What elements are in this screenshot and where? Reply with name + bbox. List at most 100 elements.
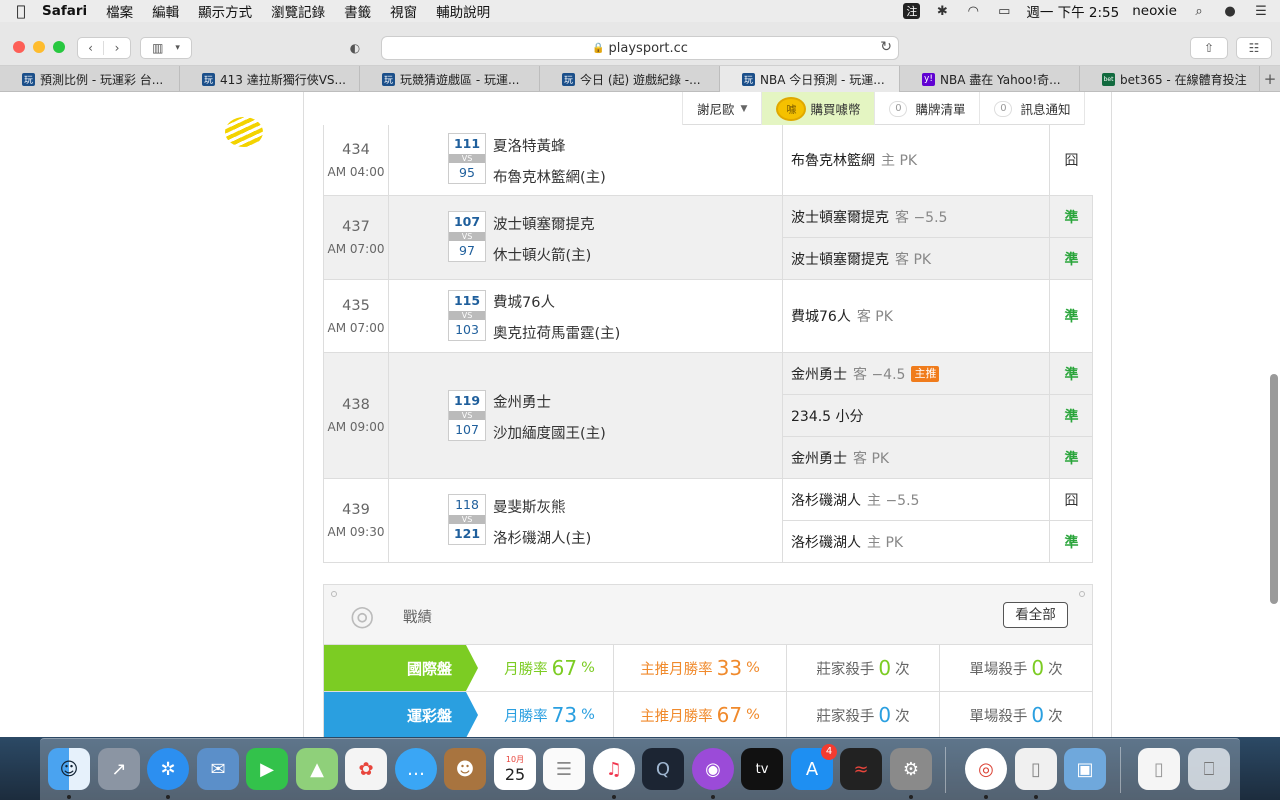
- tab-1[interactable]: 玩預測比例 - 玩運彩 台...: [0, 66, 180, 92]
- privacy-report-icon[interactable]: ◐: [340, 37, 370, 59]
- minimize-window-icon[interactable]: [33, 41, 45, 53]
- chevron-down-icon: ▼: [740, 103, 748, 114]
- main-pick-badge: 主推: [911, 365, 940, 382]
- preview-icon[interactable]: ▣: [1064, 748, 1106, 790]
- apple-tv-icon[interactable]: tv: [741, 748, 783, 790]
- menu-history[interactable]: 瀏覽記錄: [271, 1, 325, 21]
- game-row: 437 AM 07:00 107 VS 97 波士頓塞爾提克 休士頓火箭(主) 波…: [323, 196, 1093, 280]
- menu-edit[interactable]: 編輯: [152, 1, 179, 21]
- pick-side: 客 PK: [853, 451, 890, 467]
- safari-icon[interactable]: ✲: [147, 748, 189, 790]
- game-info: 434 AM 04:00: [324, 125, 389, 195]
- chrome-icon[interactable]: ◎: [965, 748, 1007, 790]
- spotlight-search-icon[interactable]: ⌕: [1190, 3, 1208, 19]
- voice-memos-icon[interactable]: ≈: [840, 748, 882, 790]
- forward-icon[interactable]: ›: [104, 41, 130, 55]
- share-button[interactable]: ⇧: [1190, 37, 1228, 59]
- game-row: 434 AM 04:00 111 VS 95 夏洛特黃蜂 布魯克林籃網(主) 布魯…: [323, 125, 1093, 196]
- vs-label: VS: [449, 311, 485, 320]
- running-indicator: [1034, 795, 1038, 799]
- menu-bookmarks[interactable]: 書籤: [344, 1, 371, 21]
- site-logo-icon[interactable]: [225, 117, 263, 147]
- wifi-icon[interactable]: ◠: [964, 3, 982, 19]
- menu-help[interactable]: 輔助說明: [436, 1, 490, 21]
- tab-5-active[interactable]: 玩 NBA 今日預測 - 玩運...: [720, 66, 900, 92]
- running-indicator: [711, 795, 715, 799]
- notifications-label: 訊息通知: [1020, 102, 1071, 117]
- game-number: 438: [342, 397, 370, 413]
- tab-title: 預測比例 - 玩運彩 台...: [40, 72, 164, 87]
- cart-link[interactable]: 0 購牌清單: [874, 92, 979, 125]
- user-name: 謝尼歐: [697, 102, 735, 117]
- home-score: 103: [455, 322, 479, 337]
- page-scrollbar[interactable]: [1270, 374, 1278, 604]
- zoom-window-icon[interactable]: [53, 41, 65, 53]
- battery-icon[interactable]: ▭: [995, 3, 1013, 19]
- photos-icon[interactable]: ✿: [345, 748, 387, 790]
- contacts-icon[interactable]: ☻: [444, 748, 486, 790]
- system-preferences-icon[interactable]: ⚙: [890, 748, 932, 790]
- pick-item: 洛杉磯湖人主 −5.5 囧: [783, 479, 1093, 521]
- menu-app-name[interactable]: Safari: [42, 3, 87, 19]
- content-border-left: [303, 92, 304, 737]
- mail-icon[interactable]: ✉: [197, 748, 239, 790]
- pick-item: 波士頓塞爾提克客 PK 準: [783, 238, 1093, 280]
- menu-file[interactable]: 檔案: [106, 1, 133, 21]
- tab-4[interactable]: 玩今日 (起) 遊戲紀錄 -...: [540, 66, 720, 92]
- playsport-favicon-icon: 玩: [22, 72, 35, 86]
- playsport-favicon-icon: 玩: [202, 72, 215, 86]
- menu-user[interactable]: neoxie: [1132, 3, 1177, 19]
- facetime-icon[interactable]: ▶: [246, 748, 288, 790]
- calendar-icon[interactable]: 10月 25: [494, 748, 536, 790]
- tab-overview-button[interactable]: ☷: [1236, 37, 1272, 59]
- input-method-icon[interactable]: 注: [903, 3, 921, 19]
- record-header: ◎ 戰績 看全部: [324, 585, 1092, 645]
- pick-team: 洛杉磯湖人: [791, 535, 861, 551]
- vs-label: VS: [449, 154, 485, 163]
- notification-center-icon[interactable]: ☰: [1252, 3, 1270, 19]
- app-store-icon[interactable]: A4: [791, 744, 837, 790]
- downloads-stack-icon[interactable]: ▯: [1138, 748, 1180, 790]
- score-box: 111 VS 95: [448, 133, 486, 184]
- new-tab-button[interactable]: +: [1260, 66, 1280, 91]
- back-icon[interactable]: ‹: [78, 41, 104, 55]
- address-bar[interactable]: 🔒 playsport.cc ↻: [381, 36, 899, 60]
- tab-6[interactable]: y! NBA 盡在 Yahoo!奇...: [900, 66, 1080, 92]
- messages-icon[interactable]: …: [395, 748, 437, 790]
- sidebar-toggle[interactable]: ▥ ▾: [140, 37, 192, 59]
- reminders-icon[interactable]: ☰: [543, 748, 585, 790]
- buy-coins-button[interactable]: 噱購買噱幣: [761, 92, 875, 125]
- menu-window[interactable]: 視窗: [390, 1, 417, 21]
- quicktime-icon[interactable]: Q: [642, 748, 684, 790]
- picks-list: 布魯克林籃網主 PK 囧: [782, 125, 1093, 195]
- tab-3[interactable]: 玩玩競猜遊戲區 - 玩運...: [360, 66, 540, 92]
- apple-icon[interactable]: : [0, 2, 42, 20]
- bluetooth-icon[interactable]: ✱: [933, 3, 951, 19]
- siri-icon[interactable]: ●: [1221, 3, 1239, 19]
- score-box: 119 VS 107: [448, 390, 486, 441]
- user-menu[interactable]: 謝尼歐 ▼: [682, 92, 761, 125]
- notifications-link[interactable]: 0 訊息通知: [979, 92, 1086, 125]
- home-team: 沙加緬度國王(主): [493, 426, 606, 442]
- home-team: 休士頓火箭(主): [493, 248, 592, 264]
- see-all-button[interactable]: 看全部: [1003, 602, 1068, 628]
- music-icon[interactable]: ♫: [593, 748, 635, 790]
- menu-clock[interactable]: 週一 下午 2:55: [1026, 1, 1119, 21]
- tab-2[interactable]: 玩 413 達拉斯獨行俠VS...: [180, 66, 360, 92]
- close-window-icon[interactable]: [13, 41, 25, 53]
- record-title: 戰績: [403, 610, 432, 626]
- game-number: 437: [342, 219, 370, 235]
- reload-icon[interactable]: ↻: [880, 39, 892, 55]
- menu-view[interactable]: 顯示方式: [198, 1, 252, 21]
- tab-7[interactable]: bet bet365 - 在線體育投注: [1080, 66, 1260, 92]
- game-time: AM 07:00: [327, 242, 385, 256]
- maps-icon[interactable]: ▲: [296, 748, 338, 790]
- document-icon[interactable]: ▯: [1015, 748, 1057, 790]
- finder-icon[interactable]: ☺: [48, 748, 90, 790]
- podcasts-icon[interactable]: ◉: [692, 748, 734, 790]
- launchpad-icon[interactable]: ↗: [98, 748, 140, 790]
- pick-result: 準: [1049, 280, 1093, 352]
- away-score: 115: [453, 293, 481, 308]
- trash-icon[interactable]: ⎕: [1188, 748, 1230, 790]
- target-icon: ◎: [350, 599, 375, 632]
